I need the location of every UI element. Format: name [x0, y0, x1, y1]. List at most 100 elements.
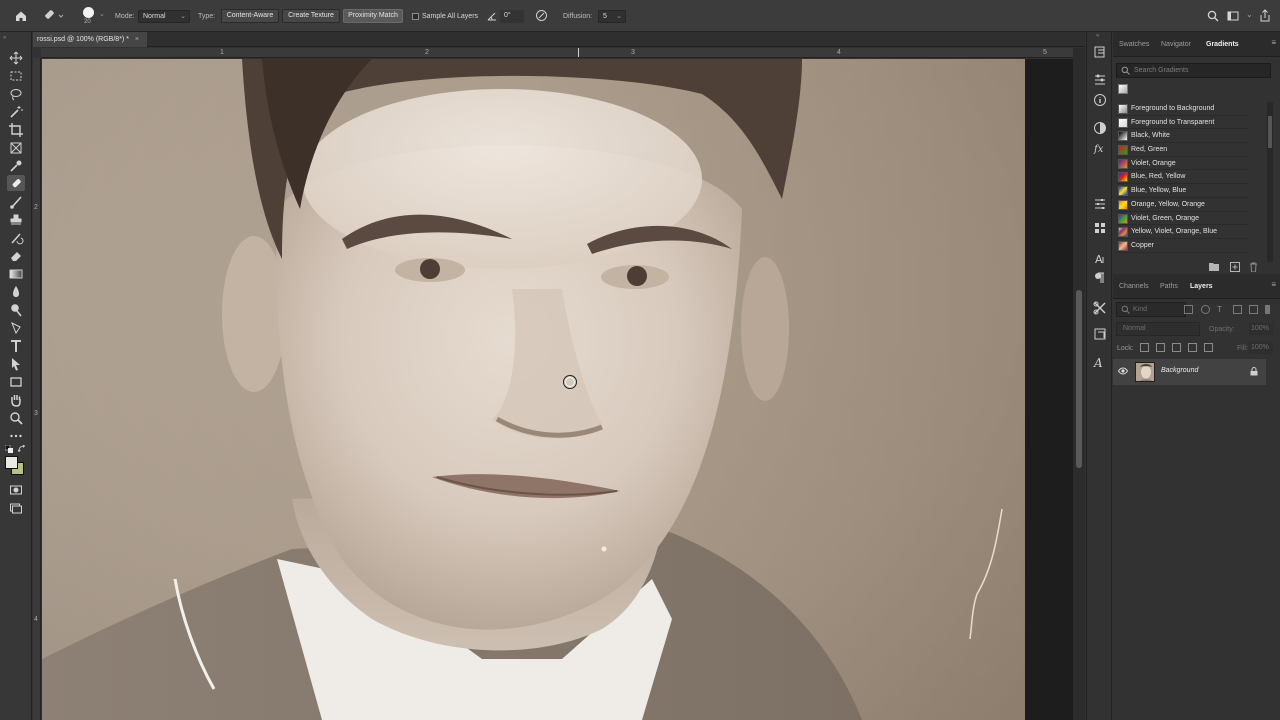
character-panel-icon[interactable]: A	[1092, 250, 1108, 266]
spot-healing-brush-tool-icon[interactable]	[7, 175, 25, 191]
layer-name[interactable]: Background	[1161, 367, 1198, 374]
gradient-list-scrollbar[interactable]	[1267, 102, 1273, 262]
gradient-tool-icon[interactable]	[8, 266, 24, 282]
type-content-aware-button[interactable]: Content-Aware	[221, 9, 279, 23]
type-proximity-match-button[interactable]: Proximity Match	[343, 9, 403, 23]
search-icon[interactable]	[1207, 10, 1219, 22]
more-tools-icon[interactable]	[8, 428, 24, 444]
tool-presets-icon[interactable]	[1092, 300, 1108, 316]
hand-tool-icon[interactable]	[8, 392, 24, 408]
gradient-item[interactable]: Yellow, Violet, Orange, Blue	[1116, 225, 1249, 239]
lock-position-icon[interactable]	[1172, 343, 1181, 352]
spot-healing-brush-preset-icon[interactable]	[42, 9, 64, 23]
blur-tool-icon[interactable]	[8, 284, 24, 300]
opacity-field[interactable]: 100%	[1249, 323, 1273, 335]
quick-mask-icon[interactable]	[8, 482, 24, 498]
tab-layers[interactable]: Layers	[1190, 274, 1213, 299]
scrollbar-thumb[interactable]	[1076, 290, 1082, 468]
gradient-item[interactable]: Copper	[1116, 239, 1249, 253]
gradient-search-input[interactable]: Search Gradients	[1116, 63, 1271, 78]
properties-panel-icon[interactable]	[1092, 72, 1108, 88]
crop-tool-icon[interactable]	[8, 122, 24, 138]
panel-menu-icon[interactable]: ≡	[1271, 280, 1276, 289]
lock-transparent-pixels-icon[interactable]	[1140, 343, 1149, 352]
gradient-item[interactable]: Violet, Green, Orange	[1116, 212, 1249, 226]
home-icon[interactable]	[14, 9, 28, 23]
paragraph-panel-icon[interactable]	[1092, 270, 1108, 286]
tab-swatches[interactable]: Swatches	[1119, 32, 1149, 57]
collapse-toolbar-icon[interactable]: »	[3, 35, 6, 41]
mode-select[interactable]: Normal ⌄	[138, 10, 190, 23]
filter-toggle-icon[interactable]	[1265, 305, 1270, 314]
filter-shape-icon[interactable]	[1233, 305, 1242, 314]
sample-all-layers-checkbox[interactable]	[412, 13, 419, 20]
swap-colors-icon[interactable]	[17, 444, 26, 453]
workspace-icon[interactable]	[1227, 10, 1239, 22]
gradient-item[interactable]: Foreground to Background	[1116, 102, 1249, 116]
type-tool-icon[interactable]	[8, 338, 24, 354]
magic-wand-tool-icon[interactable]	[8, 104, 24, 120]
tab-gradients[interactable]: Gradients	[1206, 32, 1239, 57]
type-create-texture-button[interactable]: Create Texture	[282, 9, 340, 23]
pen-tool-icon[interactable]	[8, 320, 24, 336]
gradient-item[interactable]: Blue, Yellow, Blue	[1116, 184, 1249, 198]
libraries-panel-icon[interactable]	[1092, 196, 1108, 212]
history-brush-tool-icon[interactable]	[8, 230, 24, 246]
rectangle-tool-icon[interactable]	[8, 374, 24, 390]
delete-gradient-icon[interactable]	[1249, 262, 1258, 274]
clone-source-icon[interactable]	[1092, 326, 1108, 342]
default-colors-icon[interactable]	[4, 444, 13, 453]
gradient-item[interactable]: Red, Green	[1116, 143, 1249, 157]
actions-panel-icon[interactable]	[1092, 220, 1108, 236]
layer-row[interactable]: Background	[1113, 359, 1266, 385]
lock-artboard-icon[interactable]	[1188, 343, 1197, 352]
gradient-item[interactable]: Orange, Yellow, Orange	[1116, 198, 1249, 212]
blend-mode-select[interactable]: Normal	[1116, 322, 1200, 336]
zoom-tool-icon[interactable]	[8, 410, 24, 426]
vertical-scrollbar[interactable]	[1073, 48, 1085, 720]
filter-adjustment-icon[interactable]	[1201, 305, 1210, 314]
screen-mode-icon[interactable]	[8, 500, 24, 516]
gradient-item[interactable]: Violet, Orange	[1116, 157, 1249, 171]
filter-smart-object-icon[interactable]	[1249, 305, 1258, 314]
collapse-icon[interactable]: «	[1096, 33, 1099, 39]
brush-tool-icon[interactable]	[8, 194, 24, 210]
dodge-tool-icon[interactable]	[8, 302, 24, 318]
history-panel-icon[interactable]	[1092, 44, 1108, 60]
lock-all-icon[interactable]	[1204, 343, 1213, 352]
layer-filter-kind[interactable]: Kind	[1116, 302, 1186, 317]
diffusion-select[interactable]: 5 ⌄	[598, 10, 626, 23]
portrait-photo[interactable]	[42, 59, 1025, 720]
filter-type-icon[interactable]: T	[1217, 305, 1226, 314]
eraser-tool-icon[interactable]	[8, 248, 24, 264]
styles-panel-icon[interactable]: fx	[1092, 140, 1108, 156]
gradient-item[interactable]: Foreground to Transparent	[1116, 116, 1249, 130]
info-panel-icon[interactable]	[1092, 92, 1108, 108]
gradient-preview-icon[interactable]	[1118, 84, 1128, 94]
lock-image-pixels-icon[interactable]	[1156, 343, 1165, 352]
tab-channels[interactable]: Channels	[1119, 274, 1149, 299]
fill-field[interactable]: 100%	[1249, 342, 1273, 354]
new-gradient-icon[interactable]	[1230, 262, 1240, 274]
lock-icon[interactable]	[1250, 367, 1258, 378]
canvas-area[interactable]	[42, 59, 1073, 720]
brush-size-picker[interactable]: 20 ⌄	[80, 5, 106, 27]
document-tab[interactable]: rossi.psd @ 100% (RGB/8*) * ×	[33, 32, 148, 47]
gradient-item[interactable]: Black, White	[1116, 129, 1249, 144]
foreground-color-swatch[interactable]	[5, 456, 18, 469]
pressure-size-icon[interactable]	[535, 9, 548, 22]
tab-paths[interactable]: Paths	[1160, 274, 1178, 299]
panel-menu-icon[interactable]: ≡	[1271, 38, 1276, 47]
glyphs-panel-icon[interactable]: A	[1092, 354, 1108, 370]
scrollbar-thumb[interactable]	[1268, 116, 1272, 148]
lasso-tool-icon[interactable]	[8, 86, 24, 102]
chevron-down-icon[interactable]: ⌄	[1246, 10, 1253, 19]
path-selection-tool-icon[interactable]	[8, 356, 24, 372]
clone-stamp-tool-icon[interactable]	[8, 212, 24, 228]
angle-field[interactable]: 0°	[500, 10, 524, 23]
share-icon[interactable]	[1259, 9, 1271, 22]
move-tool-icon[interactable]	[8, 50, 24, 66]
close-icon[interactable]: ×	[135, 36, 139, 43]
frame-tool-icon[interactable]	[8, 140, 24, 156]
tab-navigator[interactable]: Navigator	[1161, 32, 1191, 57]
